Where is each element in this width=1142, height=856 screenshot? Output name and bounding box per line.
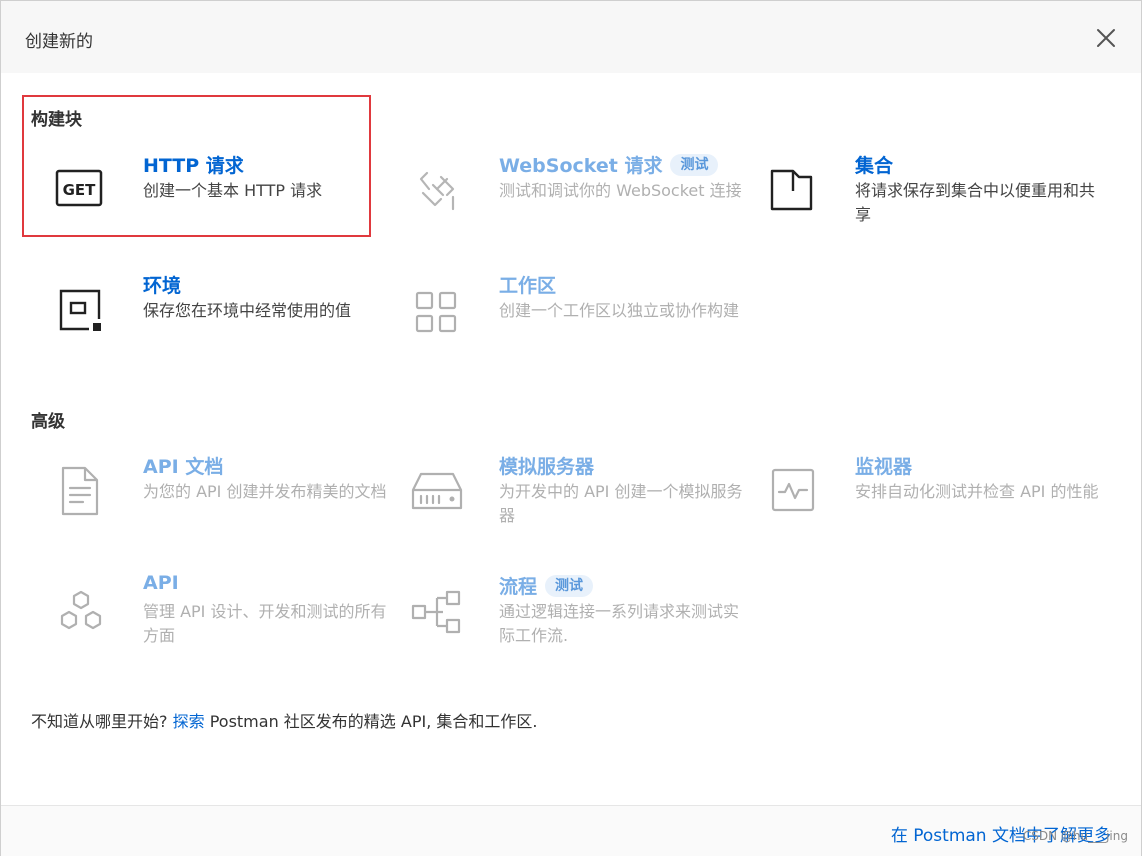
close-icon [1097, 29, 1115, 47]
card-description: 测试和调试你的 WebSocket 连接 [499, 181, 742, 200]
card-websocket-request[interactable]: WebSocket 请求 测试 测试和调试你的 WebSocket 连接 [379, 151, 742, 251]
card-description: 安排自动化测试并检查 API 的性能 [855, 482, 1099, 501]
card-description: 通过逻辑连接一系列请求来测试实际工作流. [499, 602, 740, 645]
card-description: 为开发中的 API 创建一个模拟服务器 [499, 482, 743, 525]
card-title: 模拟服务器 [499, 456, 595, 478]
card-title: API 文档 [143, 456, 224, 478]
card-api-documentation[interactable]: API 文档 为您的 API 创建并发布精美的文档 [23, 452, 387, 552]
watermark: CSDN @hu___jing [1022, 829, 1128, 843]
folder-icon [769, 167, 823, 221]
beta-badge: 测试 [670, 153, 719, 176]
websocket-icon [413, 167, 467, 221]
environment-icon [59, 289, 113, 343]
card-description: 保存您在环境中经常使用的值 [143, 301, 352, 320]
card-monitor[interactable]: 监视器 安排自动化测试并检查 API 的性能 [735, 452, 1099, 552]
card-title: WebSocket 请求 测试 [499, 151, 719, 178]
document-icon [61, 466, 115, 520]
dialog-title: 创建新的 [25, 32, 93, 52]
card-title: API [143, 572, 179, 594]
create-new-dialog: 创建新的 构建块 GET HTTP 请求 创建一个基本 HTTP 请求 WebS… [0, 0, 1142, 856]
card-mock-server[interactable]: 模拟服务器 为开发中的 API 创建一个模拟服务器 [379, 452, 743, 552]
hexagons-icon [57, 590, 111, 644]
card-description: 管理 API 设计、开发和测试的所有方面 [143, 602, 387, 645]
card-flows[interactable]: 流程 测试 通过逻辑连接一系列请求来测试实际工作流. [379, 572, 739, 672]
card-api[interactable]: API 管理 API 设计、开发和测试的所有方面 [23, 572, 387, 672]
footnote-prefix: 不知道从哪里开始? [31, 712, 173, 731]
footnote-suffix: Postman 社区发布的精选 API, 集合和工作区. [204, 712, 538, 731]
highlight-box [22, 95, 371, 237]
server-icon [411, 472, 465, 526]
card-workspace[interactable]: 工作区 创建一个工作区以独立或协作构建 [379, 271, 739, 371]
card-title: 流程 测试 [499, 572, 594, 599]
close-button[interactable] [1093, 25, 1119, 51]
dialog-footer: 在 Postman 文档中了解更多 [1, 805, 1141, 856]
card-title: 环境 [143, 275, 182, 297]
beta-badge: 测试 [545, 574, 594, 597]
card-title: 工作区 [499, 275, 557, 297]
section-advanced: 高级 [31, 412, 65, 432]
flow-icon [411, 590, 465, 644]
dialog-header: 创建新的 [1, 1, 1141, 73]
help-footnote: 不知道从哪里开始? 探索 Postman 社区发布的精选 API, 集合和工作区… [31, 708, 537, 732]
grid-icon [415, 291, 469, 345]
card-title: 集合 [855, 155, 894, 177]
card-description: 创建一个工作区以独立或协作构建 [499, 301, 740, 320]
card-title: 监视器 [855, 456, 913, 478]
pulse-icon [771, 468, 825, 522]
card-description: 为您的 API 创建并发布精美的文档 [143, 482, 387, 501]
card-description: 将请求保存到集合中以便重用和共享 [855, 181, 1096, 224]
card-environment[interactable]: 环境 保存您在环境中经常使用的值 [23, 271, 363, 371]
explore-link[interactable]: 探索 [173, 712, 205, 731]
card-collection[interactable]: 集合 将请求保存到集合中以便重用和共享 [735, 151, 1095, 251]
